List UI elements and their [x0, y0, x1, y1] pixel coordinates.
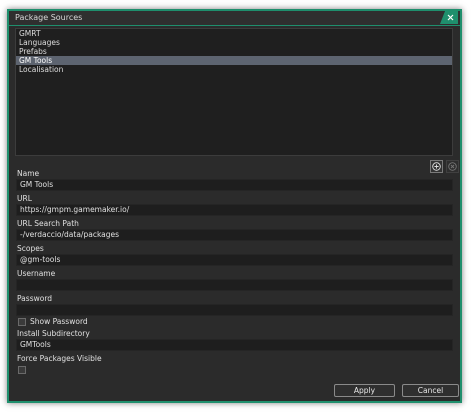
plus-circle-icon — [432, 162, 441, 171]
x-circle-icon — [448, 162, 457, 171]
install-subdirectory-field[interactable]: GMTools — [16, 339, 453, 351]
show-password-label: Show Password — [30, 317, 88, 326]
list-item[interactable]: Prefabs — [16, 47, 452, 56]
apply-button[interactable]: Apply — [334, 384, 395, 397]
list-item[interactable]: GMRT — [16, 29, 452, 38]
show-password-checkbox[interactable] — [18, 318, 26, 326]
scopes-field[interactable]: @gm-tools — [16, 254, 453, 266]
password-label: Password — [17, 294, 53, 303]
username-label: Username — [17, 269, 56, 278]
cancel-button[interactable]: Cancel — [402, 384, 459, 397]
name-field[interactable]: GM Tools — [16, 179, 453, 191]
url-label: URL — [17, 194, 32, 203]
password-field[interactable] — [16, 304, 453, 316]
package-sources-dialog: Package Sources GMRT Languages Prefabs G… — [7, 9, 462, 403]
list-item-selected[interactable]: GM Tools — [16, 56, 452, 65]
username-field[interactable] — [16, 279, 453, 291]
package-sources-list[interactable]: GMRT Languages Prefabs GM Tools Localisa… — [15, 28, 453, 156]
title-bar[interactable]: Package Sources — [9, 11, 460, 26]
list-item[interactable]: Localisation — [16, 65, 452, 74]
install-subdirectory-label: Install Subdirectory — [17, 329, 90, 338]
close-button[interactable] — [440, 11, 458, 24]
add-source-button[interactable] — [430, 160, 443, 173]
force-packages-visible-label: Force Packages Visible — [17, 354, 102, 363]
name-label: Name — [17, 169, 40, 178]
dialog-title: Package Sources — [15, 13, 83, 22]
remove-source-button[interactable] — [446, 160, 459, 173]
url-field[interactable]: https://gmpm.gamemaker.io/ — [16, 204, 453, 216]
url-search-path-field[interactable]: -/verdaccio/data/packages — [16, 229, 453, 241]
url-search-path-label: URL Search Path — [17, 219, 79, 228]
force-packages-visible-checkbox[interactable] — [18, 366, 26, 374]
list-item[interactable]: Languages — [16, 38, 452, 47]
close-icon — [447, 14, 454, 21]
scopes-label: Scopes — [17, 244, 44, 253]
